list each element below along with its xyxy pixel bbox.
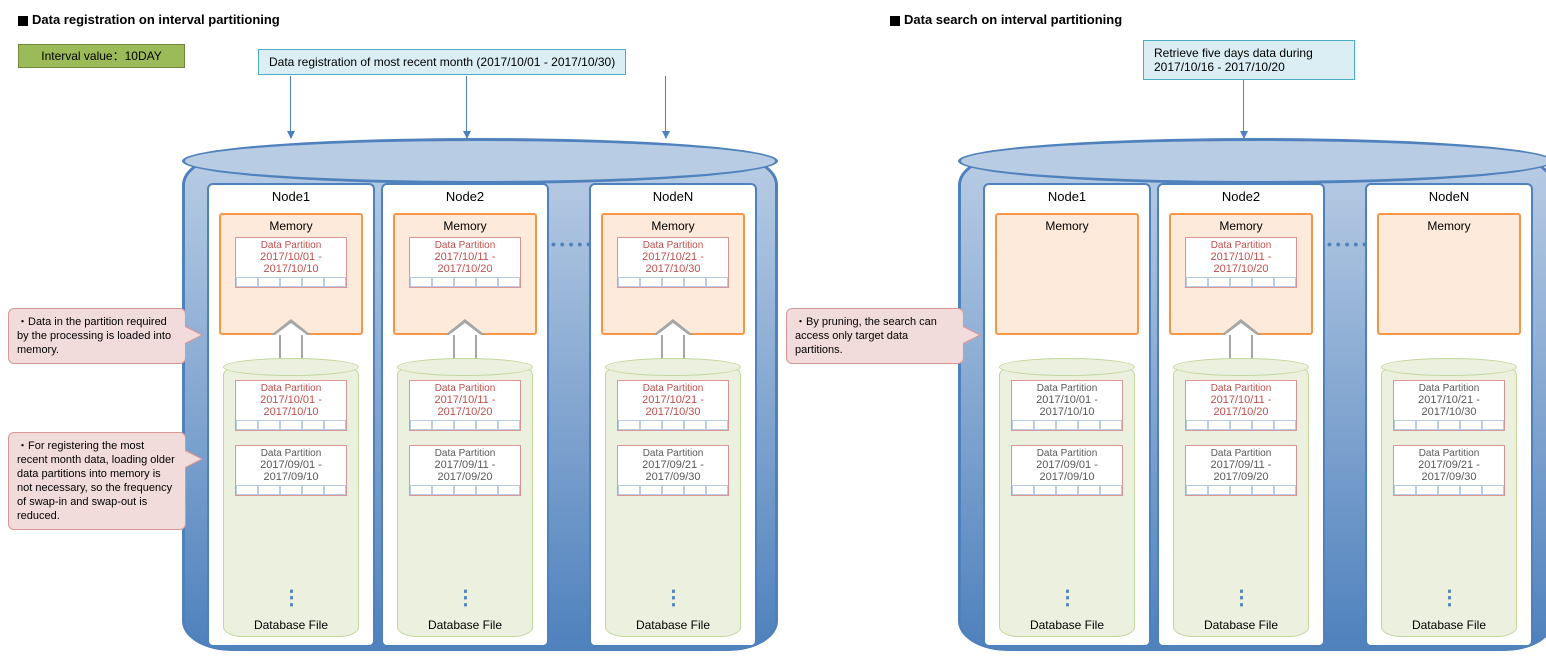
db-partition: Data Partition2017/09/11 - 2017/09/20 — [409, 445, 521, 496]
memory-box: Memory Data Partition2017/10/11 - 2017/1… — [1169, 213, 1313, 335]
interval-badge: Interval value：10DAY — [18, 44, 185, 68]
db-file-label: Database File — [224, 618, 358, 632]
node-n: NodeN Memory Data Partition2017/10/21 - … — [589, 183, 757, 647]
node-label: Node1 — [985, 185, 1149, 206]
db-partition: Data Partition2017/10/11 - 2017/10/20 — [1185, 380, 1297, 431]
vdots-icon: ⋮ — [1440, 585, 1459, 610]
node-label: Node1 — [209, 185, 373, 206]
arrow-down-icon — [1243, 80, 1244, 138]
mem-partition: Data Partition 2017/10/01 - 2017/10/10 — [235, 237, 347, 288]
db-partition: Data Partition2017/09/11 - 2017/09/20 — [1185, 445, 1297, 496]
vdots-icon: ⋮ — [1232, 585, 1251, 610]
callout-swap: ・For registering the most recent month d… — [8, 432, 186, 530]
mem-partition: Data Partition2017/10/11 - 2017/10/20 — [1185, 237, 1297, 288]
mem-partition: Data Partition2017/10/11 - 2017/10/20 — [409, 237, 521, 288]
db-partition: Data Partition2017/10/01 - 2017/10/10 — [1011, 380, 1123, 431]
memory-label: Memory — [1171, 219, 1311, 233]
db-file-label: Database File — [1000, 618, 1134, 632]
database-file: Data Partition2017/10/01 - 2017/10/10 Da… — [223, 365, 359, 637]
node-label: Node2 — [383, 185, 547, 206]
db-partition: Data Partition2017/09/01 - 2017/09/10 — [235, 445, 347, 496]
node-1: Node1 Memory Data Partition 2017/10/01 -… — [207, 183, 375, 647]
memory-label: Memory — [603, 219, 743, 233]
database-file: Data Partition2017/10/11 - 2017/10/20 Da… — [1173, 365, 1309, 637]
memory-label: Memory — [395, 219, 535, 233]
arrow-down-icon — [290, 76, 291, 138]
memory-label: Memory — [1379, 219, 1519, 233]
node-label: NodeN — [1367, 185, 1531, 206]
db-file-label: Database File — [398, 618, 532, 632]
memory-box: Memory Data Partition2017/10/21 - 2017/1… — [601, 213, 745, 335]
callout-memory-load: ・Data in the partition required by the p… — [8, 308, 186, 364]
database-file: Data Partition2017/10/01 - 2017/10/10 Da… — [999, 365, 1135, 637]
hdots-icon: • • • • • — [551, 236, 591, 252]
arrow-down-icon — [466, 76, 467, 138]
db-partition: Data Partition2017/09/21 - 2017/09/30 — [1393, 445, 1505, 496]
memory-box: Memory — [1377, 213, 1521, 335]
memory-box: Memory — [995, 213, 1139, 335]
vdots-icon: ⋮ — [456, 585, 475, 610]
vdots-icon: ⋮ — [282, 585, 301, 610]
node-2: Node2 Memory Data Partition2017/10/11 - … — [381, 183, 549, 647]
arrow-down-icon — [665, 76, 666, 138]
cluster-right: Node1 Memory Data Partition2017/10/01 - … — [958, 155, 1546, 651]
memory-label: Memory — [221, 219, 361, 233]
topbox-left: Data registration of most recent month (… — [258, 49, 626, 75]
memory-box: Memory Data Partition 2017/10/01 - 2017/… — [219, 213, 363, 335]
database-file: Data Partition2017/10/21 - 2017/10/30 Da… — [605, 365, 741, 637]
vdots-icon: ⋮ — [1058, 585, 1077, 610]
database-file: Data Partition2017/10/11 - 2017/10/20 Da… — [397, 365, 533, 637]
db-file-label: Database File — [1382, 618, 1516, 632]
title-right: Data search on interval partitioning — [890, 12, 1122, 27]
node-n: NodeN Memory Data Partition2017/10/21 - … — [1365, 183, 1533, 647]
title-left: Data registration on interval partitioni… — [18, 12, 280, 27]
db-partition: Data Partition2017/09/21 - 2017/09/30 — [617, 445, 729, 496]
node-label: NodeN — [591, 185, 755, 206]
db-partition: Data Partition2017/10/21 - 2017/10/30 — [617, 380, 729, 431]
db-partition: Data Partition2017/10/21 - 2017/10/30 — [1393, 380, 1505, 431]
vdots-icon: ⋮ — [664, 585, 683, 610]
memory-box: Memory Data Partition2017/10/11 - 2017/1… — [393, 213, 537, 335]
db-partition: Data Partition2017/10/01 - 2017/10/10 — [235, 380, 347, 431]
db-file-label: Database File — [1174, 618, 1308, 632]
hdots-icon: • • • • • — [1327, 236, 1367, 252]
database-file: Data Partition2017/10/21 - 2017/10/30 Da… — [1381, 365, 1517, 637]
cluster-left: Node1 Memory Data Partition 2017/10/01 -… — [182, 155, 778, 651]
db-partition: Data Partition2017/09/01 - 2017/09/10 — [1011, 445, 1123, 496]
node-label: Node2 — [1159, 185, 1323, 206]
node-1: Node1 Memory Data Partition2017/10/01 - … — [983, 183, 1151, 647]
db-partition: Data Partition2017/10/11 - 2017/10/20 — [409, 380, 521, 431]
callout-pruning: ・By pruning, the search can access only … — [786, 308, 964, 364]
mem-partition: Data Partition2017/10/21 - 2017/10/30 — [617, 237, 729, 288]
topbox-right: Retrieve five days data during 2017/10/1… — [1143, 40, 1355, 80]
node-2: Node2 Memory Data Partition2017/10/11 - … — [1157, 183, 1325, 647]
db-file-label: Database File — [606, 618, 740, 632]
memory-label: Memory — [997, 219, 1137, 233]
